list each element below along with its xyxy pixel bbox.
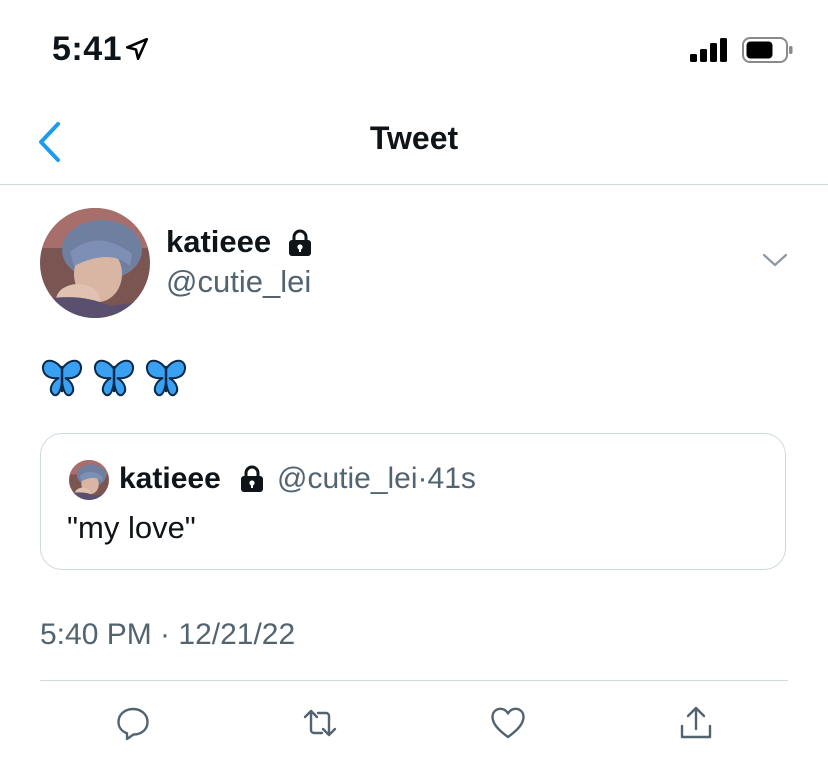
- timestamp-divider: [40, 680, 788, 681]
- chevron-down-icon[interactable]: [760, 250, 790, 270]
- meta-separator: ·: [417, 462, 428, 495]
- reply-button[interactable]: [113, 703, 153, 743]
- retweet-button[interactable]: [300, 703, 340, 743]
- quoted-tweet-card[interactable]: katieee @cutie_lei·41s "my love": [40, 433, 786, 570]
- butterfly-icon: [41, 359, 83, 397]
- retweet-icon: [303, 709, 337, 737]
- butterfly-icon: [145, 359, 187, 397]
- quoted-author-handle: @cutie_lei: [277, 462, 418, 495]
- page-title: Tweet: [369, 120, 459, 156]
- author-handle[interactable]: @cutie_lei: [166, 264, 311, 300]
- author-avatar[interactable]: [40, 208, 150, 318]
- avatar-photo: [69, 460, 109, 500]
- quoted-author-display-name: katieee: [119, 462, 221, 495]
- quoted-author-avatar: [69, 460, 109, 500]
- status-time: 5:41: [52, 30, 123, 68]
- quoted-author-meta: @cutie_lei·41s: [277, 462, 476, 496]
- butterfly-icon: [93, 359, 135, 397]
- location-arrow-icon: [125, 37, 149, 61]
- share-icon: [680, 706, 712, 739]
- like-button[interactable]: [488, 703, 528, 743]
- lock-icon: [289, 229, 311, 256]
- author-display-name[interactable]: katieee: [166, 224, 271, 260]
- quoted-tweet-age: 41s: [427, 462, 476, 495]
- cellular-signal-icon: [690, 38, 727, 62]
- share-button[interactable]: [676, 703, 716, 743]
- lock-icon: [241, 465, 263, 492]
- tweet-timestamp: 5:40 PM · 12/21/22: [40, 618, 296, 651]
- tweet-text: [40, 355, 188, 399]
- heart-icon: [491, 707, 525, 739]
- quoted-tweet-text: "my love": [67, 510, 196, 545]
- battery-icon: [742, 37, 793, 63]
- reply-icon: [117, 707, 149, 741]
- avatar-photo: [40, 208, 150, 318]
- header-divider: [0, 184, 828, 185]
